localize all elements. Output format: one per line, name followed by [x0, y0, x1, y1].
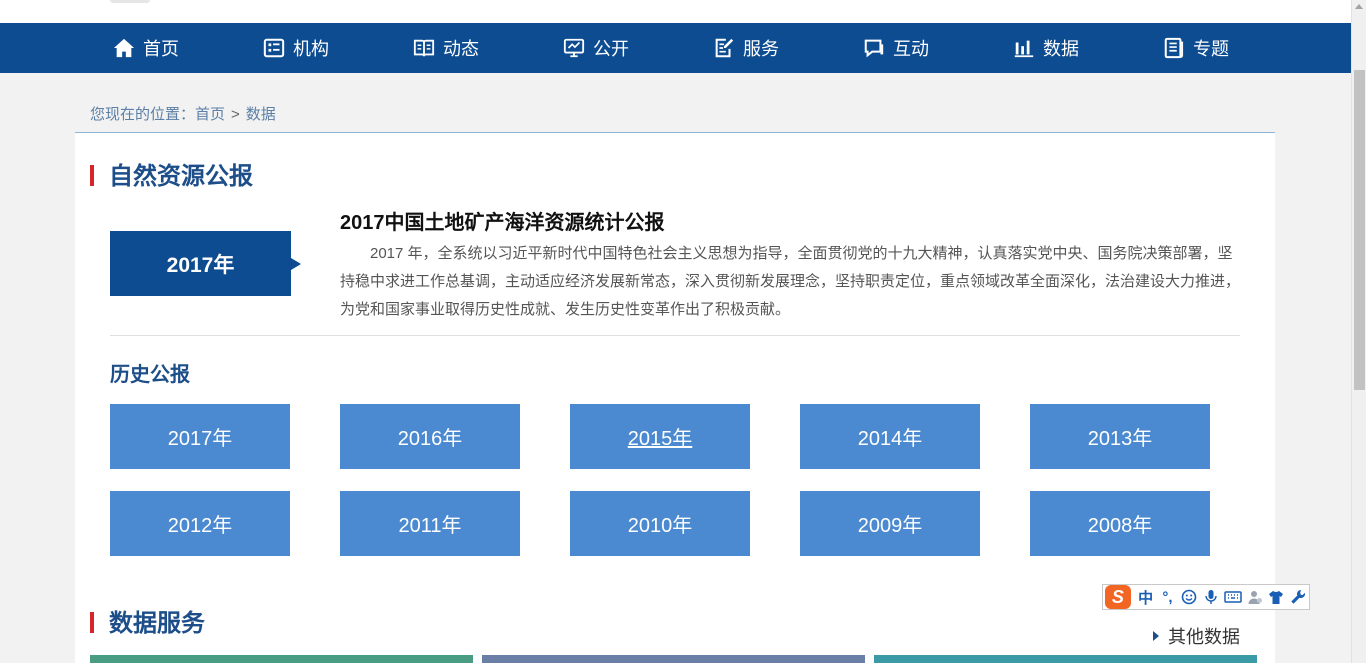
content-panel: 自然资源公报 2017年 2017中国土地矿产海洋资源统计公报 2017 年，全…: [75, 133, 1275, 663]
edit-icon: [713, 37, 735, 59]
keyboard-icon[interactable]: [1222, 587, 1244, 607]
report-title-link[interactable]: 2017中国土地矿产海洋资源统计公报: [340, 206, 665, 235]
breadcrumb-separator: >: [231, 106, 240, 123]
other-data-label: 其他数据: [1168, 627, 1240, 647]
report-description: 2017 年，全系统以习近平新时代中国特色社会主义思想为指导，全面贯彻党的十九大…: [340, 245, 1241, 318]
nav-label: 机构: [293, 39, 329, 59]
scrollbar-thumb[interactable]: [1354, 70, 1365, 390]
breadcrumb-current[interactable]: 数据: [246, 106, 276, 123]
history-year-button[interactable]: 2014年: [800, 404, 980, 469]
history-year-button[interactable]: 2017年: [110, 404, 290, 469]
scroll-up-icon[interactable]: [1355, 4, 1363, 9]
history-year-button[interactable]: 2016年: [340, 404, 520, 469]
breadcrumb-prefix: 您现在的位置：: [90, 106, 196, 123]
nav-label: 动态: [443, 39, 479, 59]
home-icon: [113, 37, 135, 59]
vertical-scrollbar[interactable]: [1351, 0, 1366, 663]
other-data-link[interactable]: 其他数据: [1153, 623, 1240, 649]
data-service-card-2[interactable]: [482, 655, 865, 663]
main-nav: 首页 机构 动态 公开 服务 互动 数据 专题: [0, 23, 1351, 73]
org-icon: [263, 37, 285, 59]
ime-punctuation-toggle[interactable]: °,: [1157, 587, 1179, 607]
monitor-icon: [563, 37, 585, 59]
triangle-right-icon: [1153, 631, 1159, 641]
data-service-card-3[interactable]: [874, 655, 1257, 663]
nav-item-home[interactable]: 首页: [113, 23, 179, 73]
history-year-button[interactable]: 2013年: [1030, 404, 1210, 469]
breadcrumb: 您现在的位置：首页 > 数据: [75, 96, 1275, 133]
bar-chart-icon: [1013, 37, 1035, 59]
top-strip: [0, 0, 1351, 23]
nav-label: 互动: [893, 39, 929, 59]
current-year-tag[interactable]: 2017年: [110, 231, 301, 296]
breadcrumb-home-link[interactable]: 首页: [195, 106, 225, 123]
logo-fragment: [110, 0, 150, 3]
ime-toolbar: S 中 °,: [1102, 584, 1310, 610]
nav-item-interact[interactable]: 互动: [863, 23, 929, 73]
history-year-button[interactable]: 2015年: [570, 404, 750, 469]
divider: [110, 335, 1240, 336]
chat-icon: [863, 37, 885, 59]
section-title-bulletin: 自然资源公报: [90, 163, 253, 191]
section-title-data-service: 数据服务: [90, 610, 205, 638]
emoji-icon[interactable]: [1178, 587, 1200, 607]
nav-item-service[interactable]: 服务: [713, 23, 779, 73]
nav-label: 公开: [593, 39, 629, 59]
nav-item-topic[interactable]: 专题: [1163, 23, 1229, 73]
wrench-icon[interactable]: [1287, 587, 1309, 607]
nav-label: 服务: [743, 39, 779, 59]
history-title: 历史公报: [110, 364, 190, 386]
nav-label: 专题: [1193, 39, 1229, 59]
nav-item-public[interactable]: 公开: [563, 23, 629, 73]
book-icon: [413, 37, 435, 59]
microphone-icon[interactable]: [1200, 587, 1222, 607]
history-year-button[interactable]: 2008年: [1030, 491, 1210, 556]
skin-shirt-icon[interactable]: [1265, 587, 1287, 607]
history-year-button[interactable]: 2012年: [110, 491, 290, 556]
sogou-logo-icon[interactable]: S: [1105, 585, 1131, 609]
history-year-button[interactable]: 2010年: [570, 491, 750, 556]
user-icon[interactable]: [1244, 587, 1266, 607]
data-service-card-1[interactable]: [90, 655, 473, 663]
nav-item-data[interactable]: 数据: [1013, 23, 1079, 73]
history-year-button[interactable]: 2009年: [800, 491, 980, 556]
ime-mode-toggle[interactable]: 中: [1135, 587, 1157, 607]
nav-label: 数据: [1043, 39, 1079, 59]
nav-item-news[interactable]: 动态: [413, 23, 479, 73]
news-icon: [1163, 37, 1185, 59]
history-year-button[interactable]: 2011年: [340, 491, 520, 556]
nav-label: 首页: [143, 39, 179, 59]
nav-item-org[interactable]: 机构: [263, 23, 329, 73]
